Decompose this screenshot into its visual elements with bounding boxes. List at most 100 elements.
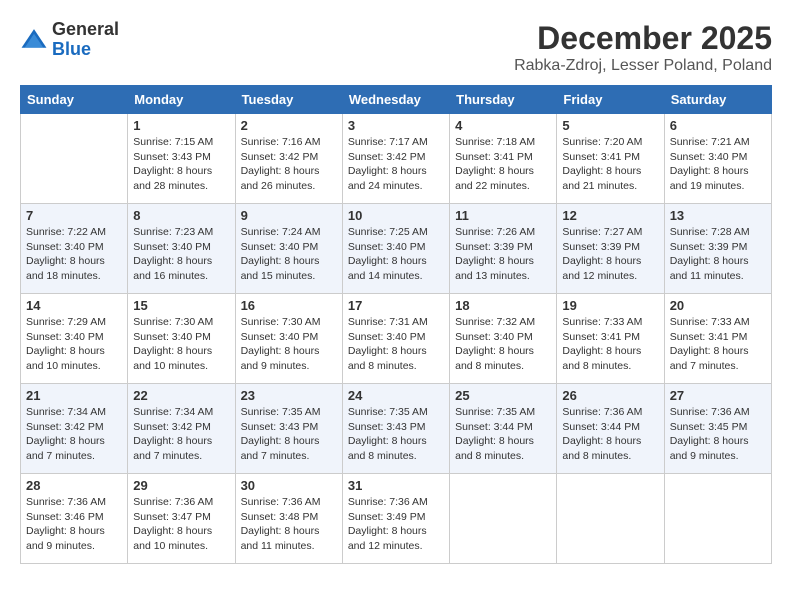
calendar-cell: 5Sunrise: 7:20 AM Sunset: 3:41 PM Daylig… bbox=[557, 114, 664, 204]
day-number: 28 bbox=[26, 478, 122, 493]
calendar-cell: 4Sunrise: 7:18 AM Sunset: 3:41 PM Daylig… bbox=[450, 114, 557, 204]
day-info: Sunrise: 7:23 AM Sunset: 3:40 PM Dayligh… bbox=[133, 225, 229, 284]
day-number: 27 bbox=[670, 388, 766, 403]
calendar-cell: 14Sunrise: 7:29 AM Sunset: 3:40 PM Dayli… bbox=[21, 294, 128, 384]
calendar-cell: 11 Sunrise: 7:26 AM Sunset: 3:39 PM Dayli… bbox=[450, 204, 557, 294]
day-number: 7 bbox=[26, 208, 122, 223]
calendar-week-1: 1 Sunrise: 7:15 AM Sunset: 3:43 PM Daylig… bbox=[21, 114, 772, 204]
calendar-cell: 26 Sunrise: 7:36 AM Sunset: 3:44 PM Dayli… bbox=[557, 384, 664, 474]
calendar-cell: 7 Sunrise: 7:22 AM Sunset: 3:40 PM Daylig… bbox=[21, 204, 128, 294]
day-info: Sunrise: 7:35 AM Sunset: 3:43 PM Dayligh… bbox=[241, 405, 337, 464]
day-info: Sunrise: 7:27 AM Sunset: 3:39 PM Dayligh… bbox=[562, 225, 658, 284]
calendar-header-wednesday: Wednesday bbox=[342, 86, 449, 114]
day-number: 1 bbox=[133, 118, 229, 133]
day-info: Sunrise: 7:22 AM Sunset: 3:40 PM Dayligh… bbox=[26, 225, 122, 284]
day-number: 3 bbox=[348, 118, 444, 133]
calendar-header-thursday: Thursday bbox=[450, 86, 557, 114]
day-info: Sunrise: 7:34 AM Sunset: 3:42 PM Dayligh… bbox=[133, 405, 229, 464]
calendar-cell: 29Sunrise: 7:36 AM Sunset: 3:47 PM Dayli… bbox=[128, 474, 235, 564]
calendar-cell bbox=[664, 474, 771, 564]
day-info: Sunrise: 7:16 AM Sunset: 3:42 PM Dayligh… bbox=[241, 135, 337, 194]
calendar-cell: 3 Sunrise: 7:17 AM Sunset: 3:42 PM Daylig… bbox=[342, 114, 449, 204]
day-number: 20 bbox=[670, 298, 766, 313]
day-info: Sunrise: 7:15 AM Sunset: 3:43 PM Dayligh… bbox=[133, 135, 229, 194]
day-info: Sunrise: 7:36 AM Sunset: 3:46 PM Dayligh… bbox=[26, 495, 122, 554]
calendar-cell bbox=[557, 474, 664, 564]
day-info: Sunrise: 7:36 AM Sunset: 3:45 PM Dayligh… bbox=[670, 405, 766, 464]
day-number: 24 bbox=[348, 388, 444, 403]
calendar-cell: 21 Sunrise: 7:34 AM Sunset: 3:42 PM Dayli… bbox=[21, 384, 128, 474]
day-info: Sunrise: 7:31 AM Sunset: 3:40 PM Dayligh… bbox=[348, 315, 444, 374]
day-info: Sunrise: 7:24 AM Sunset: 3:40 PM Dayligh… bbox=[241, 225, 337, 284]
calendar-cell: 27 Sunrise: 7:36 AM Sunset: 3:45 PM Dayli… bbox=[664, 384, 771, 474]
calendar-cell: 9Sunrise: 7:24 AM Sunset: 3:40 PM Daylig… bbox=[235, 204, 342, 294]
calendar-cell: 2Sunrise: 7:16 AM Sunset: 3:42 PM Daylig… bbox=[235, 114, 342, 204]
calendar-cell: 1 Sunrise: 7:15 AM Sunset: 3:43 PM Daylig… bbox=[128, 114, 235, 204]
day-info: Sunrise: 7:30 AM Sunset: 3:40 PM Dayligh… bbox=[133, 315, 229, 374]
day-info: Sunrise: 7:18 AM Sunset: 3:41 PM Dayligh… bbox=[455, 135, 551, 194]
calendar-header-sunday: Sunday bbox=[21, 86, 128, 114]
day-info: Sunrise: 7:35 AM Sunset: 3:43 PM Dayligh… bbox=[348, 405, 444, 464]
calendar-header-saturday: Saturday bbox=[664, 86, 771, 114]
day-number: 18 bbox=[455, 298, 551, 313]
calendar-cell: 19 Sunrise: 7:33 AM Sunset: 3:41 PM Dayli… bbox=[557, 294, 664, 384]
calendar-header-monday: Monday bbox=[128, 86, 235, 114]
calendar-header-row: SundayMondayTuesdayWednesdayThursdayFrid… bbox=[21, 86, 772, 114]
day-number: 30 bbox=[241, 478, 337, 493]
calendar-cell: 23Sunrise: 7:35 AM Sunset: 3:43 PM Dayli… bbox=[235, 384, 342, 474]
calendar-week-3: 14Sunrise: 7:29 AM Sunset: 3:40 PM Dayli… bbox=[21, 294, 772, 384]
calendar-cell: 15Sunrise: 7:30 AM Sunset: 3:40 PM Dayli… bbox=[128, 294, 235, 384]
day-number: 16 bbox=[241, 298, 337, 313]
calendar-cell: 17 Sunrise: 7:31 AM Sunset: 3:40 PM Dayli… bbox=[342, 294, 449, 384]
logo-blue: Blue bbox=[52, 39, 91, 59]
calendar-cell: 18Sunrise: 7:32 AM Sunset: 3:40 PM Dayli… bbox=[450, 294, 557, 384]
day-number: 19 bbox=[562, 298, 658, 313]
calendar-cell: 6Sunrise: 7:21 AM Sunset: 3:40 PM Daylig… bbox=[664, 114, 771, 204]
day-info: Sunrise: 7:36 AM Sunset: 3:48 PM Dayligh… bbox=[241, 495, 337, 554]
day-number: 5 bbox=[562, 118, 658, 133]
calendar-cell: 22 Sunrise: 7:34 AM Sunset: 3:42 PM Dayli… bbox=[128, 384, 235, 474]
day-number: 25 bbox=[455, 388, 551, 403]
calendar-week-4: 21 Sunrise: 7:34 AM Sunset: 3:42 PM Dayli… bbox=[21, 384, 772, 474]
calendar-cell: 12Sunrise: 7:27 AM Sunset: 3:39 PM Dayli… bbox=[557, 204, 664, 294]
calendar-cell bbox=[450, 474, 557, 564]
day-number: 6 bbox=[670, 118, 766, 133]
calendar-cell: 30 Sunrise: 7:36 AM Sunset: 3:48 PM Dayli… bbox=[235, 474, 342, 564]
day-info: Sunrise: 7:33 AM Sunset: 3:41 PM Dayligh… bbox=[562, 315, 658, 374]
day-number: 17 bbox=[348, 298, 444, 313]
logo-text: General Blue bbox=[52, 20, 119, 60]
location-title: Rabka-Zdroj, Lesser Poland, Poland bbox=[514, 57, 772, 75]
title-block: December 2025 Rabka-Zdroj, Lesser Poland… bbox=[514, 20, 772, 75]
day-number: 14 bbox=[26, 298, 122, 313]
day-info: Sunrise: 7:17 AM Sunset: 3:42 PM Dayligh… bbox=[348, 135, 444, 194]
day-info: Sunrise: 7:33 AM Sunset: 3:41 PM Dayligh… bbox=[670, 315, 766, 374]
calendar-cell bbox=[21, 114, 128, 204]
day-info: Sunrise: 7:26 AM Sunset: 3:39 PM Dayligh… bbox=[455, 225, 551, 284]
day-info: Sunrise: 7:25 AM Sunset: 3:40 PM Dayligh… bbox=[348, 225, 444, 284]
month-title: December 2025 bbox=[514, 20, 772, 57]
calendar-week-2: 7 Sunrise: 7:22 AM Sunset: 3:40 PM Daylig… bbox=[21, 204, 772, 294]
day-number: 22 bbox=[133, 388, 229, 403]
day-info: Sunrise: 7:28 AM Sunset: 3:39 PM Dayligh… bbox=[670, 225, 766, 284]
day-number: 11 bbox=[455, 208, 551, 223]
day-number: 26 bbox=[562, 388, 658, 403]
logo: General Blue bbox=[20, 20, 119, 60]
calendar-cell: 31 Sunrise: 7:36 AM Sunset: 3:49 PM Dayli… bbox=[342, 474, 449, 564]
day-info: Sunrise: 7:36 AM Sunset: 3:44 PM Dayligh… bbox=[562, 405, 658, 464]
day-number: 31 bbox=[348, 478, 444, 493]
day-info: Sunrise: 7:35 AM Sunset: 3:44 PM Dayligh… bbox=[455, 405, 551, 464]
logo-icon bbox=[20, 26, 48, 54]
day-number: 21 bbox=[26, 388, 122, 403]
calendar-cell: 25 Sunrise: 7:35 AM Sunset: 3:44 PM Dayli… bbox=[450, 384, 557, 474]
day-info: Sunrise: 7:30 AM Sunset: 3:40 PM Dayligh… bbox=[241, 315, 337, 374]
day-number: 13 bbox=[670, 208, 766, 223]
day-number: 29 bbox=[133, 478, 229, 493]
day-number: 8 bbox=[133, 208, 229, 223]
day-info: Sunrise: 7:34 AM Sunset: 3:42 PM Dayligh… bbox=[26, 405, 122, 464]
calendar-cell: 16 Sunrise: 7:30 AM Sunset: 3:40 PM Dayli… bbox=[235, 294, 342, 384]
page-header: General Blue December 2025 Rabka-Zdroj, … bbox=[20, 20, 772, 75]
calendar-cell: 20 Sunrise: 7:33 AM Sunset: 3:41 PM Dayli… bbox=[664, 294, 771, 384]
calendar-cell: 8 Sunrise: 7:23 AM Sunset: 3:40 PM Daylig… bbox=[128, 204, 235, 294]
day-info: Sunrise: 7:36 AM Sunset: 3:49 PM Dayligh… bbox=[348, 495, 444, 554]
calendar-table: SundayMondayTuesdayWednesdayThursdayFrid… bbox=[20, 85, 772, 564]
